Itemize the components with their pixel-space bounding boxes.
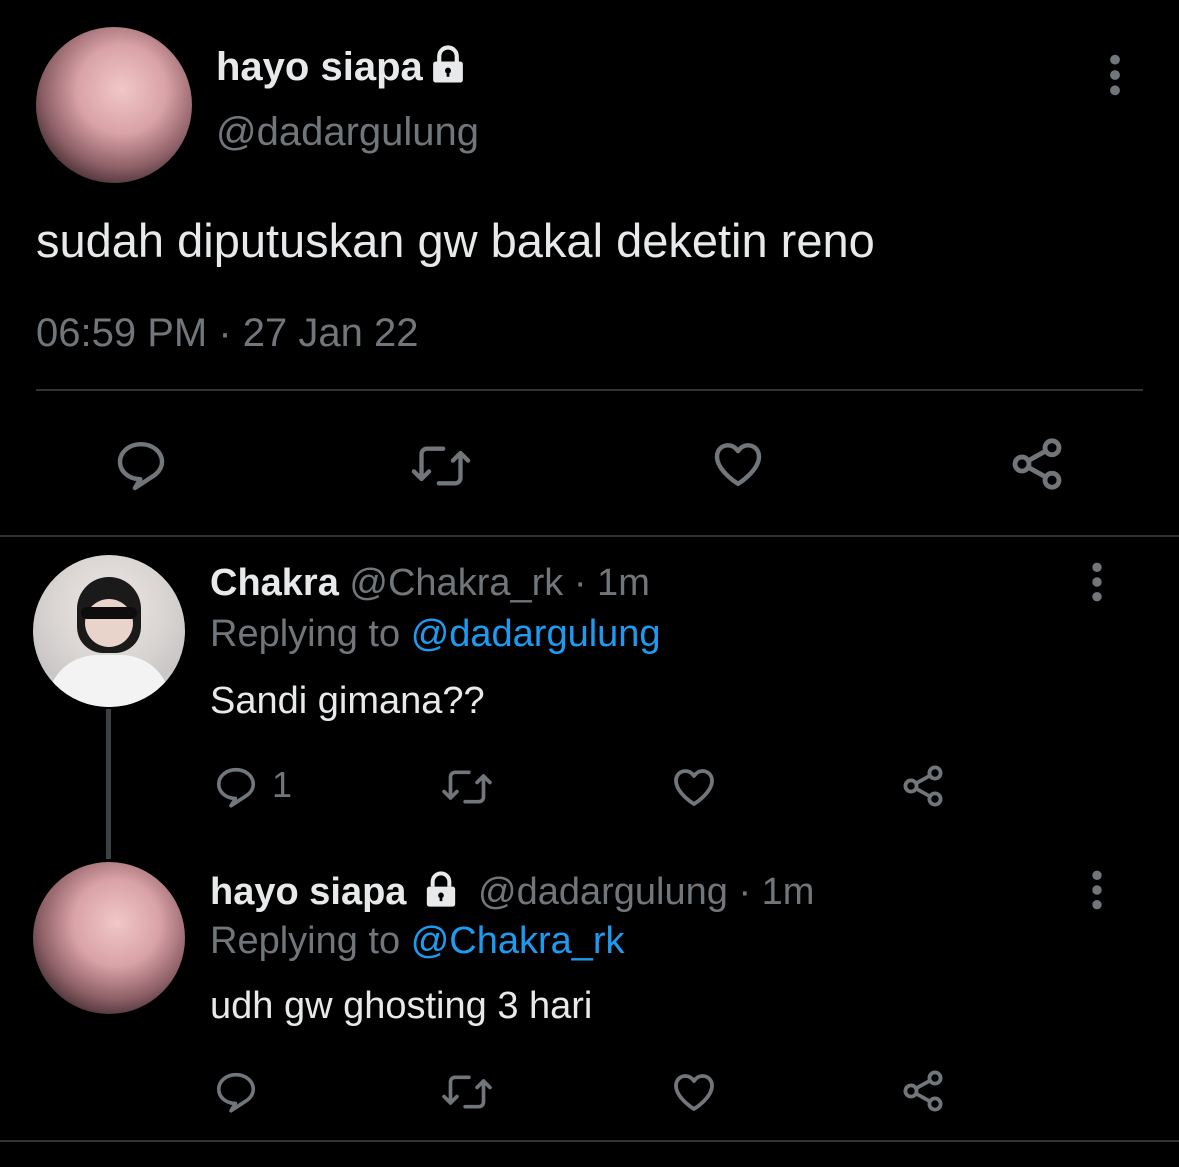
display-name[interactable]: hayo siapa	[216, 45, 423, 90]
more-options-icon[interactable]	[1083, 868, 1111, 912]
replying-to: Replying to @dadargulung	[210, 613, 661, 656]
handle[interactable]: @dadargulung	[216, 110, 479, 155]
divider	[0, 535, 1179, 537]
lock-icon	[426, 44, 470, 86]
reply-icon[interactable]	[212, 763, 260, 809]
time[interactable]: · 1m	[738, 871, 814, 913]
divider	[36, 389, 1143, 391]
replying-to-label: Replying to	[210, 920, 401, 962]
reply-icon[interactable]	[212, 1068, 260, 1114]
avatar-shirt	[47, 655, 171, 707]
reply-header: Chakra @Chakra_rk · 1m	[210, 562, 650, 605]
replying-to-label: Replying to	[210, 613, 401, 655]
tweet-text: sudah diputuskan gw bakal deketin reno	[36, 214, 875, 267]
avatar[interactable]	[36, 27, 192, 183]
share-icon[interactable]	[1006, 434, 1068, 494]
reply-count: 1	[272, 764, 293, 805]
like-icon[interactable]	[669, 1068, 719, 1116]
retweet-icon[interactable]	[441, 765, 493, 809]
display-name[interactable]: Chakra	[210, 562, 339, 604]
share-icon[interactable]	[898, 1067, 948, 1115]
like-icon[interactable]	[669, 763, 719, 811]
reply-icon[interactable]	[112, 436, 170, 492]
display-name-text: hayo siapa	[216, 45, 423, 89]
handle[interactable]: @Chakra_rk	[349, 562, 563, 604]
like-icon[interactable]	[709, 436, 767, 492]
reply-text: Sandi gimana??	[210, 680, 485, 722]
handle[interactable]: @dadargulung	[478, 871, 728, 913]
display-name[interactable]: hayo siapa	[210, 871, 406, 913]
retweet-icon[interactable]	[410, 440, 472, 492]
avatar[interactable]	[33, 555, 185, 707]
share-icon[interactable]	[898, 762, 948, 810]
more-options-icon[interactable]	[1083, 560, 1111, 604]
avatar[interactable]	[33, 862, 185, 1014]
reply-text: udh gw ghosting 3 hari	[210, 985, 593, 1027]
reply-meta: @dadargulung · 1m	[478, 871, 814, 914]
more-options-icon[interactable]	[1100, 52, 1130, 98]
divider	[0, 1140, 1179, 1142]
retweet-icon[interactable]	[441, 1070, 493, 1114]
time[interactable]: · 1m	[574, 562, 650, 604]
thread-line	[106, 709, 111, 859]
lock-icon	[420, 870, 462, 910]
timestamp[interactable]: 06:59 PM · 27 Jan 22	[36, 311, 418, 356]
reply-header: hayo siapa	[210, 871, 406, 914]
replying-to-link[interactable]: @Chakra_rk	[411, 920, 625, 962]
replying-to-link[interactable]: @dadargulung	[411, 613, 661, 655]
replying-to: Replying to @Chakra_rk	[210, 920, 625, 963]
avatar-sunglasses	[81, 607, 137, 619]
